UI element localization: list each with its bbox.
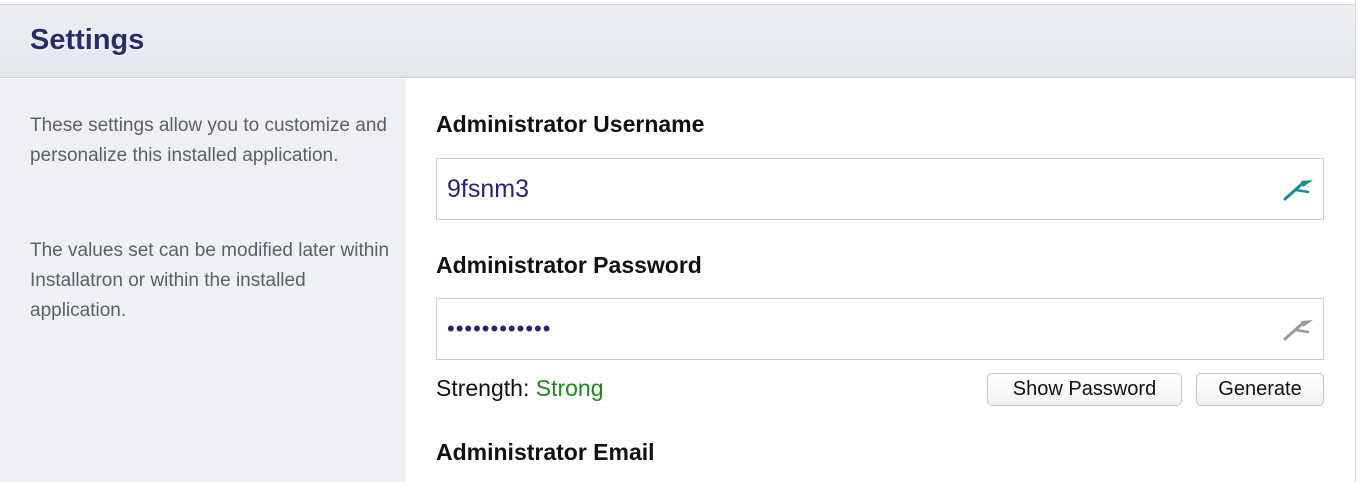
settings-sidebar: These settings allow you to customize an… <box>0 79 406 482</box>
sidebar-description-1: These settings allow you to customize an… <box>30 115 387 166</box>
password-label: Administrator Password <box>436 252 702 278</box>
settings-header: Settings <box>0 5 1355 78</box>
strength-value: Strong <box>535 375 604 401</box>
settings-panel: Settings These settings allow you to cus… <box>0 0 1356 482</box>
email-label: Administrator Email <box>436 439 655 465</box>
username-label: Administrator Username <box>436 111 705 137</box>
magic-wand-icon[interactable] <box>1281 313 1317 345</box>
password-strength: Strength: Strong <box>436 375 604 402</box>
password-input[interactable] <box>447 299 1267 359</box>
section-title: Settings <box>30 24 145 56</box>
username-field[interactable] <box>436 158 1324 220</box>
sidebar-description-2: The values set can be modified later wit… <box>30 240 390 321</box>
strength-label: Strength: <box>436 375 530 401</box>
magic-wand-icon[interactable] <box>1281 173 1317 205</box>
username-input[interactable] <box>447 159 1267 219</box>
generate-button[interactable]: Generate <box>1196 373 1324 406</box>
settings-form: Administrator Username Administrator Pas… <box>406 79 1355 482</box>
show-password-button[interactable]: Show Password <box>987 373 1182 406</box>
password-field[interactable] <box>436 298 1324 360</box>
